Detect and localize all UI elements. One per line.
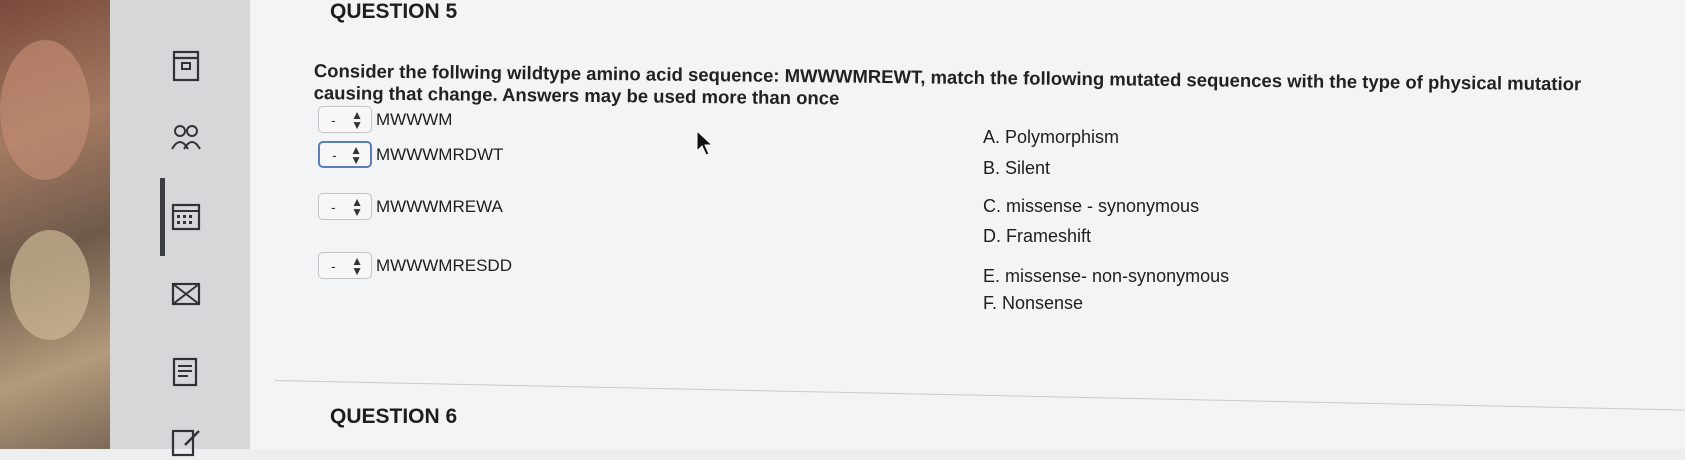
option-c: C. missense - synonymous: [983, 196, 1200, 216]
match-row-1: - ▲ ▼ MWWWM: [318, 106, 452, 133]
select-value: -: [331, 257, 336, 274]
background-photo: [0, 0, 110, 449]
match-row-2: - ▲ ▼ MWWWMRDWT: [318, 141, 503, 168]
option-e: E. missense- non-synonymous: [983, 266, 1230, 286]
active-indicator: [160, 178, 165, 256]
answer-select-1[interactable]: - ▲ ▼: [318, 106, 372, 133]
background-blob: [0, 40, 90, 180]
sequence-label: MWWWMRESDD: [376, 255, 512, 275]
select-value: -: [332, 146, 337, 163]
select-arrows-icon: ▲ ▼: [351, 107, 363, 132]
sequence-label: MWWWMRDWT: [376, 144, 504, 164]
match-row-4: - ▲ ▼ MWWWMRESDD: [318, 252, 512, 279]
question-5-title: QUESTION 5: [330, 0, 458, 23]
people-icon[interactable]: [168, 120, 204, 156]
select-value: -: [331, 111, 336, 128]
edit-icon[interactable]: [168, 424, 204, 460]
book-icon[interactable]: [168, 48, 204, 84]
sequence-label: MWWWMREWA: [376, 196, 503, 216]
question-6-title: QUESTION 6: [330, 405, 458, 428]
select-value: -: [331, 198, 336, 215]
background-blob: [10, 230, 90, 340]
option-b: B. Silent: [983, 158, 1051, 178]
option-f: F. Nonsense: [983, 293, 1084, 313]
answer-select-3[interactable]: - ▲ ▼: [318, 193, 372, 220]
option-d: D. Frameshift: [983, 226, 1092, 246]
notes-icon[interactable]: [168, 354, 204, 390]
calendar-icon[interactable]: [168, 198, 204, 234]
select-arrows-icon: ▲ ▼: [351, 194, 363, 219]
match-row-3: - ▲ ▼ MWWWMREWA: [318, 193, 503, 220]
option-a: A. Polymorphism: [983, 127, 1120, 147]
select-arrows-icon: ▲ ▼: [350, 142, 362, 167]
sequence-label: MWWWM: [376, 109, 453, 129]
select-arrows-icon: ▲ ▼: [351, 253, 363, 278]
mail-icon[interactable]: [168, 276, 204, 312]
answer-select-4[interactable]: - ▲ ▼: [318, 252, 372, 279]
mouse-cursor-icon: [696, 129, 714, 161]
answer-select-2[interactable]: - ▲ ▼: [318, 141, 372, 168]
